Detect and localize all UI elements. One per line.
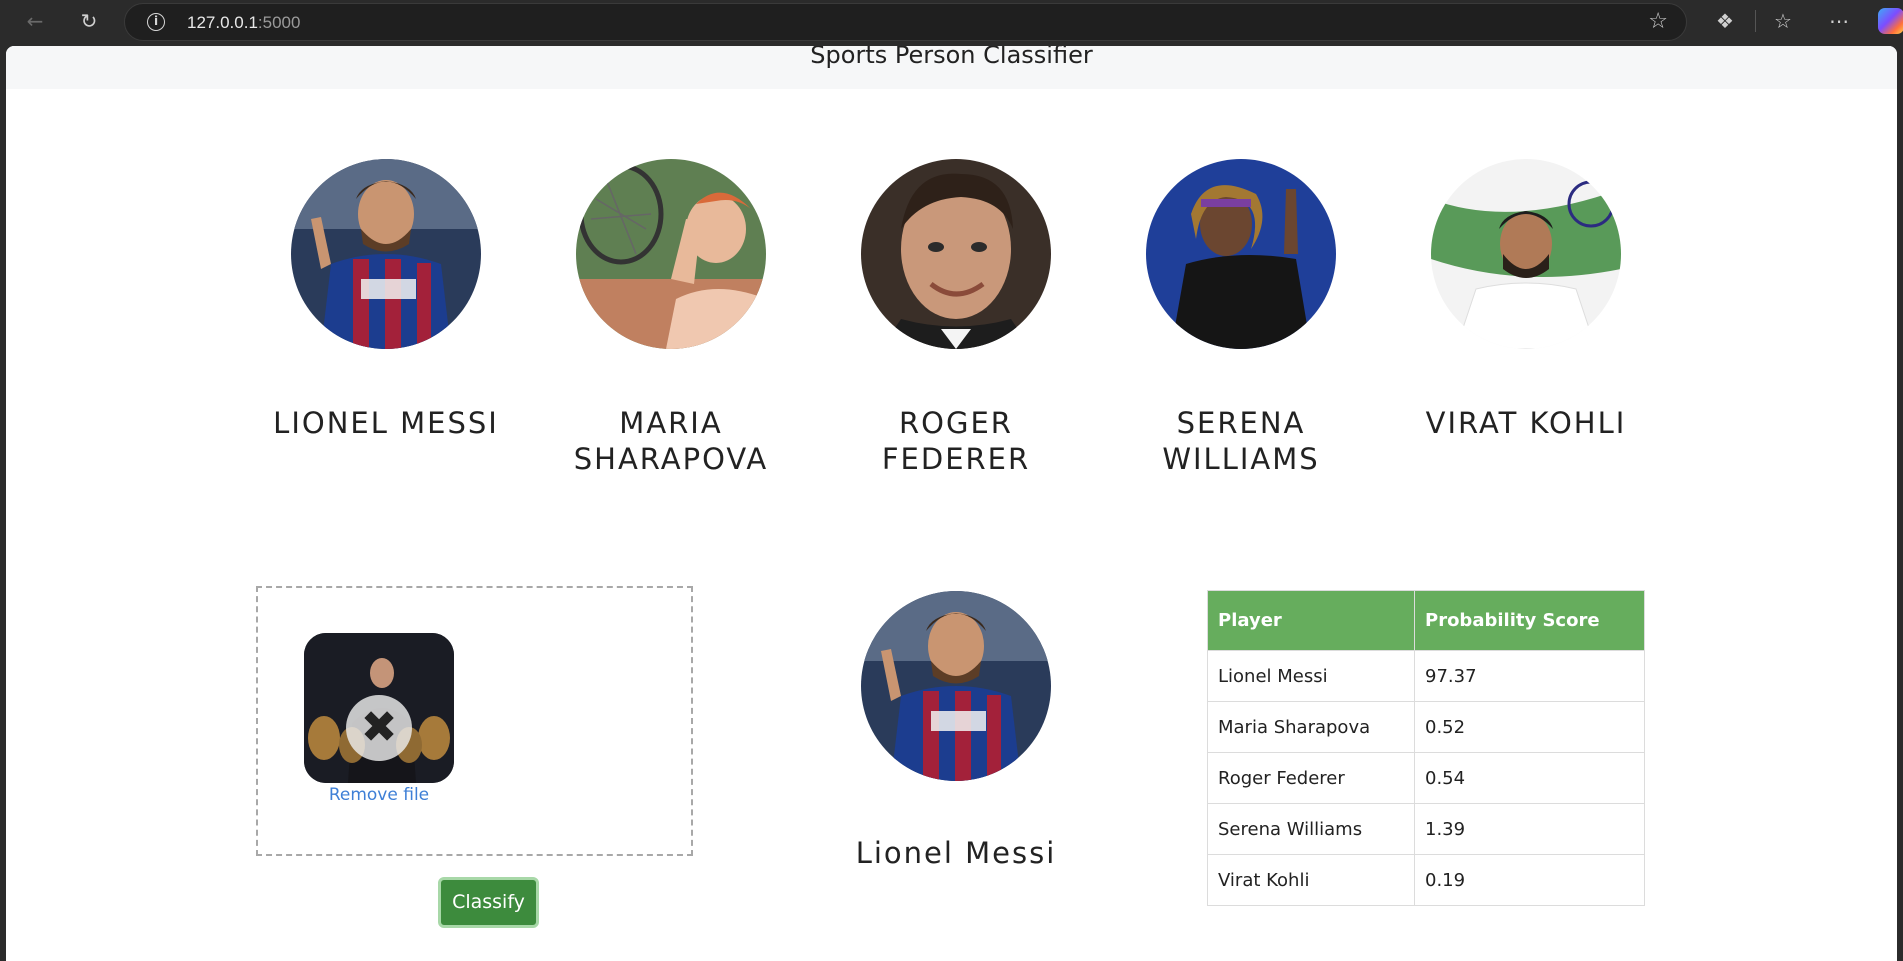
table-row: Serena Williams 1.39 xyxy=(1207,803,1645,855)
result-player-name: Lionel Messi xyxy=(855,836,1057,870)
player-card: Roger Federer xyxy=(831,159,1081,477)
score-cell: 0.54 xyxy=(1414,752,1645,804)
player-cell: Serena Williams xyxy=(1207,803,1415,855)
table-header-row: Player Probability Score xyxy=(1207,590,1645,651)
player-card: Virat Kohli xyxy=(1401,159,1651,441)
page-title: Sports Person Classifier xyxy=(810,46,1093,69)
remove-file-button[interactable]: ✖ xyxy=(346,695,412,761)
remove-file-link[interactable]: Remove file xyxy=(304,785,454,805)
player-avatar xyxy=(1146,159,1336,349)
score-cell: 97.37 xyxy=(1414,650,1645,702)
player-avatar xyxy=(861,159,1051,349)
player-cell: Maria Sharapova xyxy=(1207,701,1415,753)
result-avatar xyxy=(861,591,1051,781)
kohli-photo xyxy=(1431,159,1621,349)
score-cell: 1.39 xyxy=(1414,803,1645,855)
score-cell: 0.52 xyxy=(1414,701,1645,753)
extensions-icon[interactable]: ❖ xyxy=(1710,6,1740,36)
uploaded-image-thumbnail: ✖ xyxy=(304,633,454,783)
favorite-star-icon[interactable]: ☆ xyxy=(1648,9,1668,34)
toolbar-divider xyxy=(1755,10,1756,32)
messi-photo xyxy=(291,159,481,349)
player-avatar xyxy=(291,159,481,349)
column-header-probability: Probability Score xyxy=(1414,590,1645,651)
copilot-icon[interactable] xyxy=(1878,8,1903,34)
player-name: Maria Sharapova xyxy=(573,406,769,476)
table-row: Maria Sharapova 0.52 xyxy=(1207,701,1645,753)
score-cell: 0.19 xyxy=(1414,854,1645,906)
page: Sports Person Classifier Lionel Messi xyxy=(6,46,1897,961)
table-row: Virat Kohli 0.19 xyxy=(1207,854,1645,906)
player-cell: Virat Kohli xyxy=(1207,854,1415,906)
player-cell: Roger Federer xyxy=(1207,752,1415,804)
address-bar[interactable]: i 127.0.0.1:5000 ☆ xyxy=(124,3,1687,41)
column-header-player: Player xyxy=(1207,590,1415,651)
serena-photo xyxy=(1146,159,1336,349)
player-cell: Lionel Messi xyxy=(1207,650,1415,702)
url-text: 127.0.0.1:5000 xyxy=(187,13,301,32)
reload-icon[interactable]: ↻ xyxy=(74,6,104,36)
file-dropzone[interactable]: ✖ Remove file xyxy=(256,586,693,856)
result-photo xyxy=(861,591,1051,781)
classify-button[interactable]: Classify xyxy=(438,877,539,928)
navbar: Sports Person Classifier xyxy=(6,46,1897,89)
browser-toolbar: ← ↻ i 127.0.0.1:5000 ☆ ❖ ☆ ⋯ xyxy=(0,0,1903,42)
close-icon: ✖ xyxy=(360,702,398,753)
back-arrow-icon[interactable]: ← xyxy=(20,6,50,36)
player-card: Serena Williams xyxy=(1116,159,1366,477)
federer-photo xyxy=(861,159,1051,349)
table-row: Roger Federer 0.54 xyxy=(1207,752,1645,804)
favorites-icon[interactable]: ☆ xyxy=(1768,6,1798,36)
player-avatar xyxy=(576,159,766,349)
probability-table: Player Probability Score Lionel Messi 97… xyxy=(1207,590,1645,906)
player-card: Maria Sharapova xyxy=(546,159,796,477)
table-row: Lionel Messi 97.37 xyxy=(1207,650,1645,702)
player-card: Lionel Messi xyxy=(261,159,511,441)
player-name: Serena Williams xyxy=(1162,406,1320,476)
player-avatar xyxy=(1431,159,1621,349)
site-info-icon[interactable]: i xyxy=(147,13,165,31)
player-name: Roger Federer xyxy=(881,406,1031,476)
more-menu-icon[interactable]: ⋯ xyxy=(1824,6,1854,36)
player-name: Lionel Messi xyxy=(273,406,499,440)
sharapova-photo xyxy=(576,159,766,349)
player-name: Virat Kohli xyxy=(1425,406,1627,440)
